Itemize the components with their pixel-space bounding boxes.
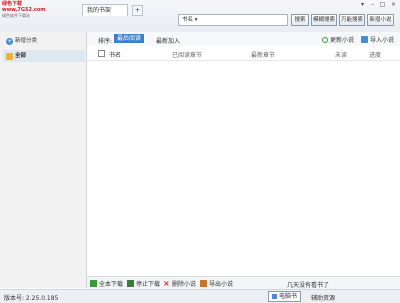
logo-line2: 绿色软件下载站	[2, 13, 30, 18]
fuzzy-search-button[interactable]: 模糊搜索	[311, 14, 337, 26]
export-icon	[200, 280, 207, 287]
new-category-label: 新增分类	[15, 38, 38, 44]
menu-button[interactable]: ▾	[358, 1, 367, 9]
select-all-checkbox[interactable]	[98, 50, 105, 57]
universal-search-button[interactable]: 万能搜索	[339, 14, 365, 26]
refresh-icon	[322, 36, 328, 43]
import-novels-button[interactable]: 导入小说	[361, 35, 394, 44]
category-all-label: 全部	[15, 53, 27, 59]
app-logo: 绿色下载 www.7G52.com 绿色软件下载站	[2, 1, 46, 18]
tab-bookshelf-label: 我的书架	[87, 7, 112, 14]
full-download-label: 全本下载	[99, 281, 124, 288]
tab-bookshelf[interactable]: 我的书架	[82, 4, 128, 16]
col-name[interactable]: 书名	[109, 50, 121, 59]
import-novels-label: 导入小说	[370, 37, 395, 44]
close-button[interactable]: ×	[389, 1, 398, 9]
search-button[interactable]: 搜索	[291, 14, 309, 26]
delete-icon: ×	[163, 279, 170, 288]
full-download-button[interactable]: 全本下载	[90, 279, 123, 288]
ebook-label: 电脑书	[279, 293, 298, 300]
ebook-info-text: 辅助资源	[311, 295, 336, 302]
update-novels-label: 更新小说	[330, 37, 355, 44]
search-input[interactable]: 书名 ▾	[178, 14, 288, 26]
maximize-button[interactable]: □	[378, 1, 387, 9]
add-circle-icon: +	[6, 37, 13, 45]
new-category-button[interactable]: + 新增分类	[6, 36, 37, 46]
ebook-button[interactable]: 电脑书	[268, 291, 302, 302]
sort-recent-read[interactable]: 最后阅读	[114, 34, 145, 43]
category-all[interactable]: 全部	[3, 50, 85, 62]
stop-download-button[interactable]: 停止下载	[127, 279, 160, 288]
ebook-icon	[272, 294, 277, 299]
delete-novel-label: 删除小说	[172, 281, 197, 288]
download-icon	[90, 280, 97, 287]
version-text: 版本号: 2.25.0.185	[4, 295, 59, 302]
list-header	[87, 46, 400, 61]
delete-novel-button[interactable]: × 删除小说	[163, 279, 197, 289]
col-unread[interactable]: 未读	[335, 50, 347, 59]
minimize-button[interactable]: –	[368, 1, 377, 9]
sidebar	[0, 32, 87, 288]
folder-icon	[6, 52, 13, 60]
sort-recent-added[interactable]: 最新加入	[156, 36, 180, 45]
reading-reminder-text: 几天没有看书了	[287, 282, 330, 289]
export-novel-label: 导出小说	[209, 281, 234, 288]
col-latest-chapter[interactable]: 最新章节	[251, 50, 275, 59]
status-bar	[0, 289, 400, 303]
add-tab-button[interactable]: +	[132, 5, 143, 16]
sort-label: 排序:	[98, 38, 113, 45]
col-read-chapter[interactable]: 已阅读章节	[172, 50, 202, 59]
export-novel-button[interactable]: 导出小说	[200, 279, 233, 288]
logo-line1: 绿色下载 www.7G52.com	[2, 1, 46, 13]
stop-download-label: 停止下载	[136, 281, 161, 288]
add-novel-button[interactable]: 新增小说	[367, 14, 394, 26]
import-icon	[361, 36, 368, 43]
update-novels-button[interactable]: 更新小说	[322, 35, 354, 44]
stop-icon	[127, 280, 134, 287]
search-type-select[interactable]: 书名 ▾	[182, 17, 198, 23]
col-progress[interactable]: 进度	[369, 50, 381, 59]
